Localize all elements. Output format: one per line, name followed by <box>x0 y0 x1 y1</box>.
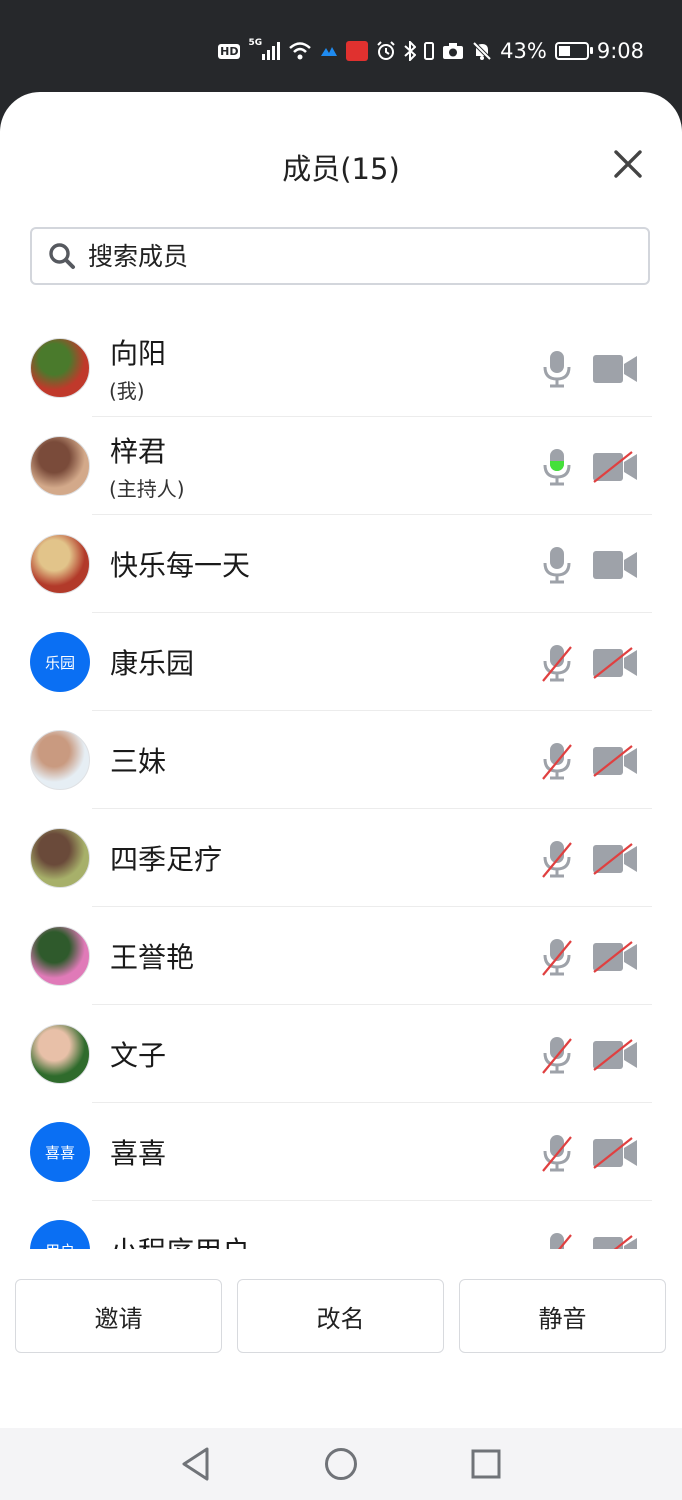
member-name: 喜喜 <box>110 1137 167 1170</box>
network-type-label: 5G <box>248 38 263 48</box>
mic-muted-icon[interactable] <box>541 741 573 781</box>
cellular-signal-icon: 5G <box>248 38 281 60</box>
camera-off-icon[interactable] <box>592 941 638 973</box>
app-notification-icon <box>320 45 338 57</box>
battery-percent: 43% <box>500 39 547 63</box>
system-nav-bar <box>0 1428 682 1500</box>
member-avatar: 喜喜 <box>30 1122 90 1182</box>
member-name: 四季足疗 <box>110 843 223 876</box>
video-camera-icon[interactable] <box>592 549 638 581</box>
mic-muted-icon[interactable] <box>541 839 573 879</box>
member-name: 梓君 <box>110 435 167 468</box>
member-avatar <box>30 828 90 888</box>
member-name: 王誉艳 <box>110 941 195 974</box>
camera-off-icon[interactable] <box>592 1039 638 1071</box>
camera-icon <box>442 42 464 60</box>
member-row[interactable]: 文子 <box>0 1005 682 1103</box>
vibrate-icon <box>424 41 435 61</box>
member-role: (主持人) <box>109 477 185 501</box>
avatar-initials: 喜喜 <box>44 1143 75 1162</box>
member-row[interactable]: 乐园 康乐园 <box>0 613 682 711</box>
microphone-icon[interactable] <box>541 545 573 585</box>
member-name: 小程序用户 <box>110 1230 250 1249</box>
microphone-icon[interactable] <box>541 349 573 389</box>
member-name: 快乐每一天 <box>110 549 251 582</box>
camera-off-icon[interactable] <box>592 1235 638 1249</box>
member-row[interactable]: 快乐每一天 <box>0 515 682 613</box>
member-row[interactable]: 用户 小程序用户 <box>0 1201 682 1249</box>
panel-title: 成员(15) <box>282 152 400 186</box>
clock: 9:08 <box>596 39 644 63</box>
member-row[interactable]: 梓君 (主持人) <box>0 417 682 515</box>
member-list[interactable]: 向阳 (我) 梓君 (主持人) 快乐每一天乐园 康乐园三妹四季足疗王誉艳文子喜喜 喜喜用户 小… <box>0 319 682 1249</box>
video-camera-icon[interactable] <box>592 353 638 385</box>
member-avatar <box>30 338 90 398</box>
camera-off-icon[interactable] <box>592 1137 638 1169</box>
home-icon[interactable] <box>323 1446 359 1482</box>
members-panel: 成员(15) 向阳 (我) 梓君 (主持人) 快乐每一天乐园 康乐园三妹四季足疗王誉艳文子… <box>0 92 682 1428</box>
member-name: 三妹 <box>110 745 167 778</box>
member-avatar <box>30 1024 90 1084</box>
member-avatar: 用户 <box>30 1220 90 1249</box>
camera-off-icon[interactable] <box>592 745 638 777</box>
search-input[interactable] <box>88 229 628 283</box>
app-badge-icon <box>346 41 369 61</box>
search-box[interactable] <box>30 227 650 285</box>
member-name: 康乐园 <box>110 647 195 680</box>
status-bar: HD 5G 43% 9:08 <box>0 0 682 92</box>
member-avatar: 乐园 <box>30 632 90 692</box>
recents-icon[interactable] <box>470 1446 502 1482</box>
microphone-icon[interactable] <box>541 447 573 487</box>
member-row[interactable]: 王誉艳 <box>0 907 682 1005</box>
member-row[interactable]: 三妹 <box>0 711 682 809</box>
member-avatar <box>30 730 90 790</box>
member-avatar <box>30 926 90 986</box>
hd-badge: HD <box>218 43 241 59</box>
camera-off-icon[interactable] <box>592 843 638 875</box>
member-row[interactable]: 四季足疗 <box>0 809 682 907</box>
mic-muted-icon[interactable] <box>541 1035 573 1075</box>
avatar-initials: 用户 <box>45 1240 75 1250</box>
battery-icon <box>554 42 593 60</box>
member-name: 文子 <box>110 1039 167 1072</box>
member-name: 向阳 <box>110 337 167 370</box>
member-avatar <box>30 436 90 496</box>
alarm-icon <box>376 41 396 61</box>
member-avatar <box>30 534 90 594</box>
mic-muted-icon[interactable] <box>541 643 573 683</box>
close-icon <box>614 150 642 178</box>
wifi-icon <box>288 41 312 61</box>
member-row[interactable]: 向阳 (我) <box>0 319 682 417</box>
camera-off-icon[interactable] <box>592 451 638 483</box>
member-role: (我) <box>109 379 145 403</box>
bluetooth-icon <box>404 41 417 61</box>
back-icon[interactable] <box>180 1446 212 1482</box>
camera-off-icon[interactable] <box>592 647 638 679</box>
mic-muted-icon[interactable] <box>541 937 573 977</box>
rename-button[interactable]: 改名 <box>237 1279 444 1353</box>
do-not-disturb-bell-icon <box>472 41 492 61</box>
mic-muted-icon[interactable] <box>541 1133 573 1173</box>
avatar-initials: 乐园 <box>44 653 75 672</box>
invite-button[interactable]: 邀请 <box>15 1279 222 1353</box>
mic-muted-icon[interactable] <box>541 1231 573 1249</box>
mute-button[interactable]: 静音 <box>459 1279 666 1353</box>
close-button[interactable] <box>611 147 645 181</box>
member-row[interactable]: 喜喜 喜喜 <box>0 1103 682 1201</box>
search-icon <box>49 243 75 269</box>
